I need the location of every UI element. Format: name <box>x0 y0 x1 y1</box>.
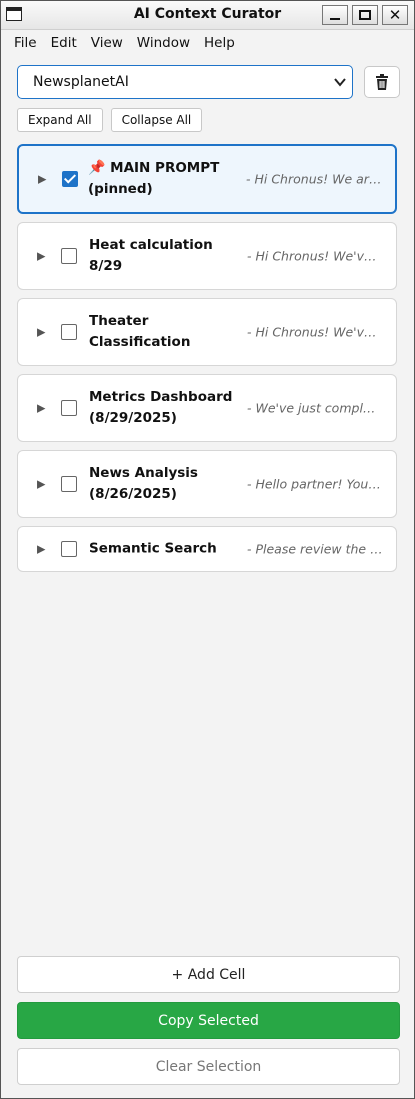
clear-selection-button[interactable]: Clear Selection <box>17 1048 400 1085</box>
minimize-icon <box>330 18 340 20</box>
expand-caret-icon[interactable]: ▶ <box>37 478 45 491</box>
cell-checkbox[interactable] <box>61 400 77 416</box>
pin-icon: 📌 <box>88 160 106 176</box>
cell-checkbox[interactable] <box>61 248 77 264</box>
expand-all-button[interactable]: Expand All <box>17 108 103 132</box>
cell-title: 📌 MAIN PROMPT (pinned) <box>88 160 220 197</box>
cell-title: Semantic Search <box>89 540 217 557</box>
cell-item[interactable]: ▶ Metrics Dashboard (8/29/2025) - We've … <box>17 374 397 442</box>
menu-file[interactable]: File <box>7 35 44 51</box>
menu-help[interactable]: Help <box>197 35 242 51</box>
expand-caret-icon[interactable]: ▶ <box>37 250 45 263</box>
cell-checkbox[interactable] <box>61 324 77 340</box>
cell-preview: - Please review the f… <box>247 541 383 557</box>
close-button[interactable]: ✕ <box>382 5 408 25</box>
cell-preview: - Hi Chronus! We are… <box>246 171 382 187</box>
expand-caret-icon[interactable]: ▶ <box>37 326 45 339</box>
cell-item[interactable]: ▶ Semantic Search - Please review the f… <box>17 526 397 572</box>
cell-checkbox[interactable] <box>62 171 78 187</box>
cell-title: Metrics Dashboard (8/29/2025) <box>89 389 233 426</box>
expand-caret-icon[interactable]: ▶ <box>37 543 45 556</box>
cell-title: Theater Classification <box>89 313 191 350</box>
maximize-icon <box>359 10 371 20</box>
cell-item[interactable]: ▶ Theater Classification - Hi Chronus! W… <box>17 298 397 366</box>
project-select-value: NewsplanetAI <box>33 74 129 90</box>
cell-preview: - Hi Chronus! We've … <box>247 248 383 264</box>
chevron-down-icon <box>334 78 346 87</box>
menu-view[interactable]: View <box>84 35 130 51</box>
expand-caret-icon[interactable]: ▶ <box>38 173 46 186</box>
cell-item[interactable]: ▶ 📌 MAIN PROMPT (pinned) - Hi Chronus! W… <box>17 144 397 214</box>
collapse-all-button[interactable]: Collapse All <box>110 108 203 132</box>
project-select[interactable]: NewsplanetAI <box>17 65 353 99</box>
window-icon <box>6 7 22 21</box>
cell-item[interactable]: ▶ Heat calculation 8/29 - Hi Chronus! We… <box>17 222 397 290</box>
menu-bar: File Edit View Window Help <box>1 30 414 56</box>
copy-selected-button[interactable]: Copy Selected <box>17 1002 400 1039</box>
minimize-button[interactable] <box>322 5 348 25</box>
title-bar: AI Context Curator ✕ <box>1 1 414 30</box>
cell-list: ▶ 📌 MAIN PROMPT (pinned) - Hi Chronus! W… <box>17 144 397 580</box>
cell-preview: - Hi Chronus! We've … <box>247 324 383 340</box>
cell-preview: - Hello partner! You'r… <box>247 476 383 492</box>
cell-title: Heat calculation 8/29 <box>89 237 213 274</box>
add-cell-button[interactable]: + Add Cell <box>17 956 400 993</box>
cell-checkbox[interactable] <box>61 541 77 557</box>
cell-item[interactable]: ▶ News Analysis (8/26/2025) - Hello part… <box>17 450 397 518</box>
expand-caret-icon[interactable]: ▶ <box>37 402 45 415</box>
trash-icon <box>376 74 388 90</box>
cell-title: News Analysis (8/26/2025) <box>89 465 198 502</box>
cell-preview: - We've just complete… <box>247 400 383 416</box>
menu-window[interactable]: Window <box>130 35 197 51</box>
close-icon: ✕ <box>388 6 402 24</box>
delete-project-button[interactable] <box>364 66 400 98</box>
menu-edit[interactable]: Edit <box>44 35 84 51</box>
maximize-button[interactable] <box>352 5 378 25</box>
cell-checkbox[interactable] <box>61 476 77 492</box>
app-window: AI Context Curator ✕ File Edit View Wind… <box>0 0 415 1099</box>
